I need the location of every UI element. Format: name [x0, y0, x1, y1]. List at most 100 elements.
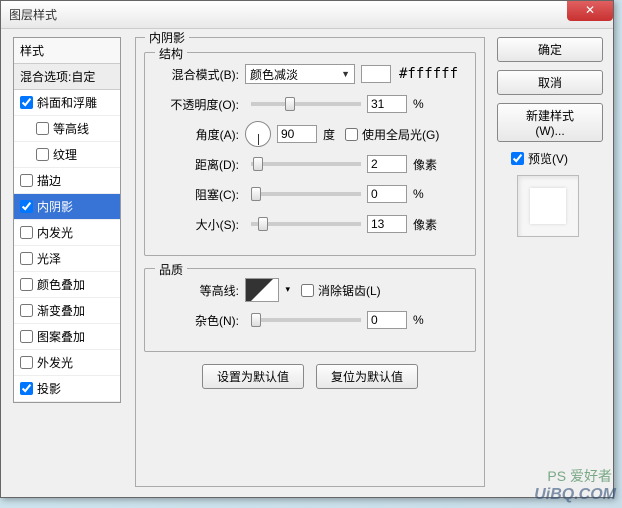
sidebar-checkbox-2[interactable]: [36, 148, 49, 161]
size-slider[interactable]: [251, 222, 361, 226]
color-hex: #ffffff: [399, 66, 458, 82]
sidebar-label-5: 内发光: [37, 224, 73, 241]
sidebar-item-8[interactable]: 渐变叠加: [14, 298, 120, 324]
new-style-button[interactable]: 新建样式(W)...: [497, 103, 603, 142]
choke-slider[interactable]: [251, 192, 361, 196]
cancel-button[interactable]: 取消: [497, 70, 603, 95]
dialog-window: 图层样式 ✕ 样式 混合选项:自定 斜面和浮雕等高线纹理描边内阴影内发光光泽颜色…: [0, 0, 614, 498]
size-unit: 像素: [413, 216, 437, 233]
set-default-button[interactable]: 设置为默认值: [202, 364, 304, 389]
distance-label: 距离(D):: [155, 156, 239, 173]
close-button[interactable]: ✕: [567, 1, 613, 21]
angle-label: 角度(A):: [155, 126, 239, 143]
watermark-text: PS 爱好者: [547, 466, 612, 486]
styles-sidebar: 样式 混合选项:自定 斜面和浮雕等高线纹理描边内阴影内发光光泽颜色叠加渐变叠加图…: [13, 37, 121, 403]
sidebar-item-3[interactable]: 描边: [14, 168, 120, 194]
sidebar-item-5[interactable]: 内发光: [14, 220, 120, 246]
antialias-checkbox[interactable]: 消除锯齿(L): [301, 282, 381, 299]
structure-legend: 结构: [155, 45, 187, 62]
ok-button[interactable]: 确定: [497, 37, 603, 62]
antialias-label: 消除锯齿(L): [318, 282, 381, 299]
color-swatch[interactable]: [361, 65, 391, 83]
sidebar-label-11: 投影: [37, 380, 61, 397]
noise-unit: %: [413, 313, 424, 327]
antialias-input[interactable]: [301, 284, 314, 297]
window-title: 图层样式: [9, 6, 57, 23]
noise-input[interactable]: [367, 311, 407, 329]
distance-unit: 像素: [413, 156, 437, 173]
sidebar-label-4: 内阴影: [37, 198, 73, 215]
sidebar-label-3: 描边: [37, 172, 61, 189]
sidebar-item-11[interactable]: 投影: [14, 376, 120, 402]
sidebar-label-6: 光泽: [37, 250, 61, 267]
sidebar-item-9[interactable]: 图案叠加: [14, 324, 120, 350]
preview-input[interactable]: [511, 152, 524, 165]
opacity-input[interactable]: [367, 95, 407, 113]
sidebar-checkbox-8[interactable]: [20, 304, 33, 317]
size-input[interactable]: [367, 215, 407, 233]
sidebar-checkbox-7[interactable]: [20, 278, 33, 291]
blend-mode-value: 颜色减淡: [250, 66, 298, 83]
sidebar-checkbox-11[interactable]: [20, 382, 33, 395]
sidebar-checkbox-1[interactable]: [36, 122, 49, 135]
reset-default-button[interactable]: 复位为默认值: [316, 364, 418, 389]
close-icon: ✕: [585, 3, 595, 17]
sidebar-label-2: 纹理: [53, 146, 77, 163]
sidebar-checkbox-4[interactable]: [20, 200, 33, 213]
angle-unit: 度: [323, 126, 335, 143]
right-panel: 确定 取消 新建样式(W)... 预览(V): [497, 37, 603, 237]
effect-panel: 内阴影 结构 混合模式(B): 颜色减淡 #ffffff 不透明度(O):: [135, 37, 485, 487]
default-buttons-row: 设置为默认值 复位为默认值: [144, 364, 476, 389]
size-label: 大小(S):: [155, 216, 239, 233]
sidebar-checkbox-9[interactable]: [20, 330, 33, 343]
sidebar-item-7[interactable]: 颜色叠加: [14, 272, 120, 298]
preview-label: 预览(V): [528, 150, 568, 167]
choke-label: 阻塞(C):: [155, 186, 239, 203]
opacity-slider[interactable]: [251, 102, 361, 106]
preview-checkbox[interactable]: 预览(V): [511, 150, 603, 167]
sidebar-label-8: 渐变叠加: [37, 302, 85, 319]
sidebar-label-0: 斜面和浮雕: [37, 94, 97, 111]
sidebar-item-2[interactable]: 纹理: [14, 142, 120, 168]
sidebar-label-9: 图案叠加: [37, 328, 85, 345]
sidebar-item-4[interactable]: 内阴影: [14, 194, 120, 220]
quality-group: 品质 等高线: 消除锯齿(L) 杂色(N): %: [144, 268, 476, 352]
content-area: 样式 混合选项:自定 斜面和浮雕等高线纹理描边内阴影内发光光泽颜色叠加渐变叠加图…: [1, 29, 613, 497]
preview-box: [517, 175, 579, 237]
preview-swatch: [530, 188, 566, 224]
opacity-unit: %: [413, 97, 424, 111]
sidebar-label-10: 外发光: [37, 354, 73, 371]
blend-mode-combo[interactable]: 颜色减淡: [245, 64, 355, 84]
sidebar-item-10[interactable]: 外发光: [14, 350, 120, 376]
global-light-label: 使用全局光(G): [362, 126, 439, 143]
sidebar-checkbox-0[interactable]: [20, 96, 33, 109]
global-light-input[interactable]: [345, 128, 358, 141]
contour-picker[interactable]: [245, 278, 279, 302]
angle-dial[interactable]: [245, 121, 271, 147]
sidebar-item-1[interactable]: 等高线: [14, 116, 120, 142]
sidebar-item-6[interactable]: 光泽: [14, 246, 120, 272]
noise-slider[interactable]: [251, 318, 361, 322]
distance-slider[interactable]: [251, 162, 361, 166]
opacity-label: 不透明度(O):: [155, 96, 239, 113]
main-panel: 内阴影 结构 混合模式(B): 颜色减淡 #ffffff 不透明度(O):: [135, 37, 485, 487]
structure-group: 结构 混合模式(B): 颜色减淡 #ffffff 不透明度(O): %: [144, 52, 476, 256]
panel-title: 内阴影: [145, 29, 189, 46]
sidebar-label-7: 颜色叠加: [37, 276, 85, 293]
angle-input[interactable]: [277, 125, 317, 143]
global-light-checkbox[interactable]: 使用全局光(G): [345, 126, 439, 143]
sidebar-header: 样式: [14, 38, 120, 64]
titlebar: 图层样式 ✕: [1, 1, 613, 29]
sidebar-label-1: 等高线: [53, 120, 89, 137]
noise-label: 杂色(N):: [155, 312, 239, 329]
sidebar-checkbox-10[interactable]: [20, 356, 33, 369]
choke-input[interactable]: [367, 185, 407, 203]
sidebar-item-0[interactable]: 斜面和浮雕: [14, 90, 120, 116]
sidebar-checkbox-6[interactable]: [20, 252, 33, 265]
sidebar-checkbox-3[interactable]: [20, 174, 33, 187]
contour-label: 等高线:: [155, 282, 239, 299]
sidebar-blend-options[interactable]: 混合选项:自定: [14, 64, 120, 90]
distance-input[interactable]: [367, 155, 407, 173]
sidebar-checkbox-5[interactable]: [20, 226, 33, 239]
watermark-url: UiBQ.COM: [534, 486, 616, 504]
